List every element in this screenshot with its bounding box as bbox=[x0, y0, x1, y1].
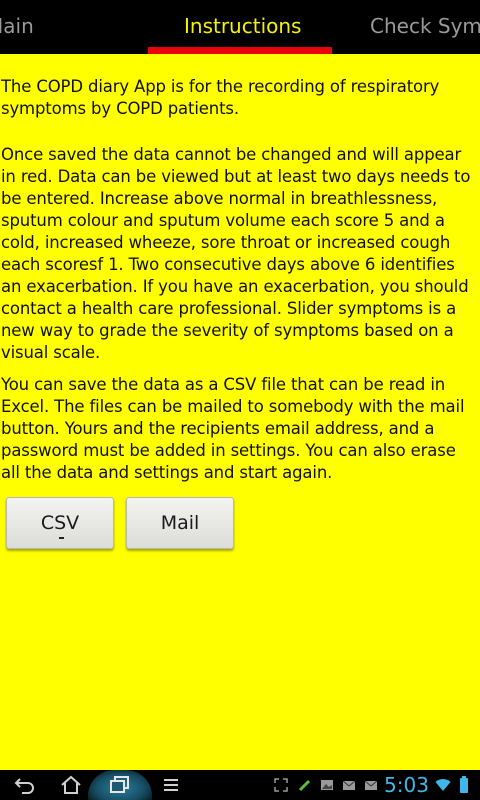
instructions-content: The COPD diary App is for the recording … bbox=[0, 54, 480, 770]
intro-paragraph: The COPD diary App is for the recording … bbox=[1, 77, 440, 118]
battery-icon bbox=[456, 774, 472, 796]
csv-button[interactable]: CSV bbox=[6, 497, 114, 549]
expand-icon[interactable] bbox=[272, 774, 290, 796]
mail-icon bbox=[340, 774, 358, 796]
home-icon[interactable] bbox=[56, 773, 86, 797]
export-paragraph: You can save the data as a CSV file that… bbox=[1, 375, 465, 482]
mail-button-label: Mail bbox=[160, 512, 200, 534]
tab-instructions[interactable]: Instructions bbox=[184, 12, 301, 40]
recent-apps-icon[interactable] bbox=[105, 773, 135, 797]
image-icon bbox=[318, 774, 336, 796]
tab-bar: Main Instructions Check Sym bbox=[0, 0, 480, 54]
app-screen: Main Instructions Check Sym The COPD dia… bbox=[0, 0, 480, 800]
menu-icon[interactable] bbox=[156, 773, 186, 797]
mail-icon bbox=[362, 774, 380, 796]
pencil-icon bbox=[296, 774, 314, 796]
focus-indicator bbox=[59, 537, 64, 539]
system-navigation-bar: 5:03 bbox=[0, 770, 480, 800]
tab-main[interactable]: Main bbox=[0, 12, 34, 40]
scoring-paragraph: Once saved the data cannot be changed an… bbox=[1, 145, 471, 362]
csv-button-label: CSV bbox=[40, 512, 80, 534]
tab-check-symptoms[interactable]: Check Sym bbox=[370, 12, 480, 40]
active-tab-indicator bbox=[148, 47, 332, 54]
back-icon[interactable] bbox=[10, 773, 40, 797]
mail-button[interactable]: Mail bbox=[126, 497, 234, 549]
status-clock: 5:03 bbox=[384, 773, 429, 797]
wifi-icon bbox=[434, 774, 452, 796]
